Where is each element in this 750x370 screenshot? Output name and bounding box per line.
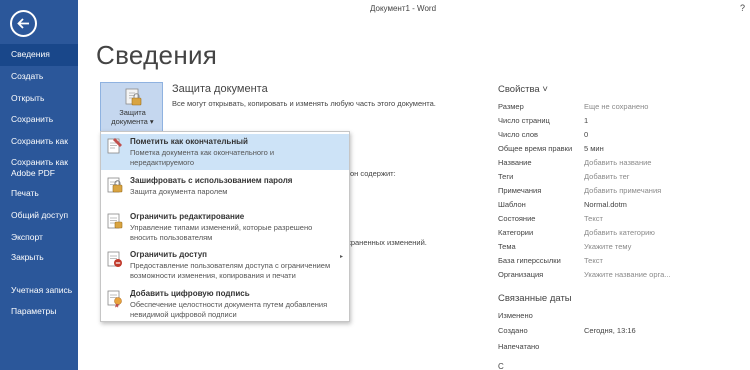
property-value: Еще не сохранено <box>584 102 649 111</box>
menu-item-title: Зашифровать с использованием пароля <box>130 176 293 185</box>
restrict-access-icon <box>107 251 122 267</box>
menu-item-desc: Управление типами изменений, которые раз… <box>130 223 313 242</box>
property-value-input[interactable]: Добавить примечания <box>584 186 661 195</box>
arrow-left-icon <box>17 18 29 29</box>
property-row-size: Размер Еще не сохранено <box>498 102 743 114</box>
property-row-hyperlink-base: База гиперссылки Текст <box>498 256 743 268</box>
back-button[interactable] <box>10 10 37 37</box>
versions-text-partial: охраненных изменений. <box>343 238 427 247</box>
property-key: Тема <box>498 242 516 251</box>
nav-item-info[interactable]: Сведения <box>0 44 78 66</box>
property-key: Число страниц <box>498 116 550 125</box>
property-row-status: Состояние Текст <box>498 214 743 226</box>
date-key: Напечатано <box>498 342 540 351</box>
property-row-comments: Примечания Добавить примечания <box>498 186 743 198</box>
menu-item-restrict-access[interactable]: Ограничить доступ Предоставление пользов… <box>101 247 349 287</box>
property-row-edit-time: Общее время правки 5 мин <box>498 144 743 156</box>
page-title: Сведения <box>96 40 218 70</box>
menu-item-desc: Защита документа паролем <box>130 187 228 196</box>
property-value-input[interactable]: Добавить название <box>584 158 651 167</box>
property-key: Название <box>498 158 532 167</box>
property-value-input[interactable]: Текст <box>584 256 603 265</box>
date-row-created: Создано Сегодня, 13:16 <box>498 326 743 338</box>
property-row-subject: Тема Укажите тему <box>498 242 743 254</box>
property-value-input[interactable]: Добавить категорию <box>584 228 655 237</box>
nav-item-save-as[interactable]: Сохранить как <box>0 136 78 147</box>
property-key: Примечания <box>498 186 542 195</box>
nav-item-share[interactable]: Общий доступ <box>0 210 78 221</box>
menu-item-title: Ограничить редактирование <box>130 212 245 221</box>
menu-item-title: Пометить как окончательный <box>130 137 248 146</box>
date-row-printed: Напечатано <box>498 342 743 354</box>
nav-item-open[interactable]: Открыть <box>0 93 78 104</box>
property-row-words: Число слов 0 <box>498 130 743 142</box>
nav-item-print[interactable]: Печать <box>0 188 78 199</box>
menu-item-mark-final[interactable]: Пометить как окончательный Пометка докум… <box>101 134 349 170</box>
inspect-text-partial: он содержит: <box>350 169 396 178</box>
digital-signature-icon <box>107 290 122 308</box>
menu-item-title: Ограничить доступ <box>130 250 207 259</box>
property-key: Число слов <box>498 130 539 139</box>
property-value: 0 <box>584 130 589 139</box>
property-value: Normal.dotm <box>584 200 627 209</box>
property-value-input[interactable]: Укажите тему <box>584 242 631 251</box>
date-value: Сегодня, 13:16 <box>584 326 636 335</box>
date-key: Создано <box>498 326 528 335</box>
related-dates-title: Связанные даты <box>498 293 572 304</box>
restrict-editing-icon <box>107 213 123 229</box>
window-title: Документ1 - Word <box>370 4 437 13</box>
menu-item-desc: Пометка документа как окончательного и н… <box>130 148 275 167</box>
property-key: Состояние <box>498 214 536 223</box>
property-value-input[interactable]: Укажите название орга... <box>584 270 671 279</box>
nav-item-export[interactable]: Экспорт <box>0 232 78 243</box>
property-value-input[interactable]: Добавить тег <box>584 172 630 181</box>
nav-item-account[interactable]: Учетная запись <box>0 285 78 296</box>
help-icon[interactable]: ? <box>740 3 745 13</box>
property-key: Общее время правки <box>498 144 573 153</box>
protect-document-button[interactable]: Защита документа ▾ <box>100 82 163 132</box>
protect-document-label: Защита документа ▾ <box>111 108 154 126</box>
protect-document-menu: Пометить как окончательный Пометка докум… <box>100 131 350 322</box>
property-key: Шаблон <box>498 200 526 209</box>
property-row-title: Название Добавить название <box>498 158 743 170</box>
lock-document-icon <box>125 88 142 106</box>
menu-item-desc: Предоставление пользователям доступа с о… <box>130 261 331 280</box>
menu-item-desc: Обеспечение целостности документа путем … <box>130 300 328 319</box>
submenu-arrow-icon: ▸ <box>340 254 344 260</box>
nav-item-save-as-pdf[interactable]: Сохранить как Adobe PDF <box>0 157 72 179</box>
backstage-sidebar: Сведения Создать Открыть Сохранить Сохра… <box>0 0 78 370</box>
property-row-categories: Категории Добавить категорию <box>498 228 743 240</box>
property-key: Размер <box>498 102 524 111</box>
date-row-modified: Изменено <box>498 311 743 323</box>
nav-item-new[interactable]: Создать <box>0 71 78 82</box>
properties-title[interactable]: Свойства ˅ <box>498 84 548 95</box>
property-key: База гиперссылки <box>498 256 561 265</box>
final-mark-icon <box>107 138 122 154</box>
property-key: Организация <box>498 270 544 279</box>
property-row-template: Шаблон Normal.dotm <box>498 200 743 212</box>
nav-item-options[interactable]: Параметры <box>0 306 78 317</box>
menu-item-restrict-editing[interactable]: Ограничить редактирование Управление тип… <box>101 209 349 245</box>
property-value-input[interactable]: Текст <box>584 214 603 223</box>
property-row-tags: Теги Добавить тег <box>498 172 743 184</box>
property-key: Теги <box>498 172 514 181</box>
nav-item-save[interactable]: Сохранить <box>0 114 78 125</box>
menu-item-encrypt-password[interactable]: Зашифровать с использованием пароля Защи… <box>101 173 349 203</box>
menu-item-digital-signature[interactable]: Добавить цифровую подпись Обеспечение це… <box>101 286 349 322</box>
property-value: 5 мин <box>584 144 604 153</box>
protect-section-title: Защита документа <box>172 83 268 95</box>
date-key: Изменено <box>498 311 533 320</box>
property-value: 1 <box>584 116 589 125</box>
property-row-company: Организация Укажите название орга... <box>498 270 743 282</box>
property-key: Категории <box>498 228 534 237</box>
property-row-pages: Число страниц 1 <box>498 116 743 128</box>
next-section-peek: С <box>498 362 504 370</box>
lock-key-icon <box>107 177 123 193</box>
nav-item-close[interactable]: Закрыть <box>0 252 78 263</box>
protect-section-desc: Все могут открывать, копировать и изменя… <box>172 99 436 108</box>
menu-item-title: Добавить цифровую подпись <box>130 289 250 298</box>
